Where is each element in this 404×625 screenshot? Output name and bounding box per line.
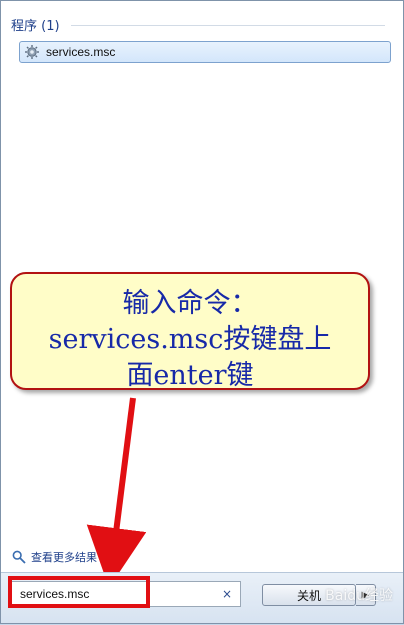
watermark: Baidu经验	[325, 588, 393, 604]
gear-icon	[25, 45, 39, 59]
programs-section-divider	[71, 25, 385, 26]
clear-icon[interactable]: ×	[218, 587, 236, 601]
search-input-highlight	[8, 576, 150, 608]
program-result-label: services.msc	[46, 45, 116, 59]
instruction-callout: 输入命令： services.msc按键盘上 面enter键	[10, 272, 370, 391]
program-result-item[interactable]: services.msc	[19, 41, 391, 63]
instruction-text: 输入命令： services.msc按键盘上 面enter键	[48, 288, 332, 391]
programs-section-title: 程序 (1)	[11, 19, 60, 34]
more-results-link[interactable]: 查看更多结果	[11, 549, 97, 565]
search-icon	[12, 550, 26, 564]
more-results-label: 查看更多结果	[31, 551, 97, 564]
start-menu-window: 程序 (1) services.msc 输入命令： services.msc按键…	[0, 0, 404, 624]
